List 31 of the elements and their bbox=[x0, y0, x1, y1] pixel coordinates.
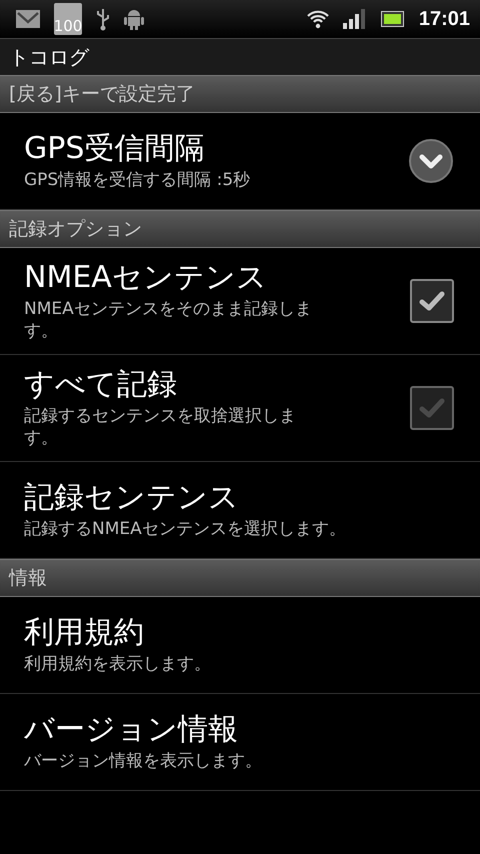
item-title: GPS受信間隔 bbox=[24, 130, 206, 167]
item-summary: 利用規約を表示します。 bbox=[24, 653, 212, 676]
preference-item[interactable]: 利用規約 利用規約を表示します。 bbox=[0, 597, 480, 694]
item-title: 利用規約 bbox=[24, 615, 145, 652]
battery-icon bbox=[380, 11, 405, 27]
checkmark-icon bbox=[418, 396, 446, 420]
section-header: [戻る]キーで設定完了 bbox=[9, 82, 195, 107]
section-header: 記録オプション bbox=[9, 217, 142, 242]
signal-icon bbox=[342, 9, 367, 29]
mail-icon bbox=[16, 10, 40, 28]
android-icon bbox=[124, 8, 144, 30]
item-summary: NMEAセンテンスをそのまま記録します。 bbox=[24, 298, 313, 342]
wifi-icon bbox=[306, 9, 329, 29]
item-summary: GPS情報を受信する間隔 :5秒 bbox=[24, 168, 252, 192]
usb-icon bbox=[96, 7, 110, 31]
clock: 17:01 bbox=[418, 8, 470, 30]
item-title: NMEAセンテンス bbox=[24, 260, 268, 296]
section-header: 情報 bbox=[9, 566, 47, 592]
item-title: 記録センテンス bbox=[24, 480, 240, 516]
item-summary: バージョン情報を表示します。 bbox=[24, 750, 263, 772]
preference-item[interactable]: NMEAセンテンス NMEAセンテンスをそのまま記録します。 bbox=[0, 248, 480, 356]
checkbox[interactable] bbox=[410, 279, 454, 324]
preference-item[interactable]: バージョン情報 バージョン情報を表示します。 bbox=[0, 694, 480, 792]
item-summary: 記録するNMEAセンテンスを選択します。 bbox=[24, 518, 347, 540]
dropdown-icon[interactable] bbox=[408, 138, 454, 184]
checkmark-icon bbox=[418, 289, 446, 314]
item-title: すべて記録 bbox=[24, 367, 178, 404]
notification-badge: 100 bbox=[54, 3, 82, 35]
item-summary: 記録するセンテンスを取捨選択します。 bbox=[24, 405, 297, 450]
app-title: トコログ bbox=[9, 44, 89, 70]
item-title: バージョン情報 bbox=[24, 712, 239, 748]
